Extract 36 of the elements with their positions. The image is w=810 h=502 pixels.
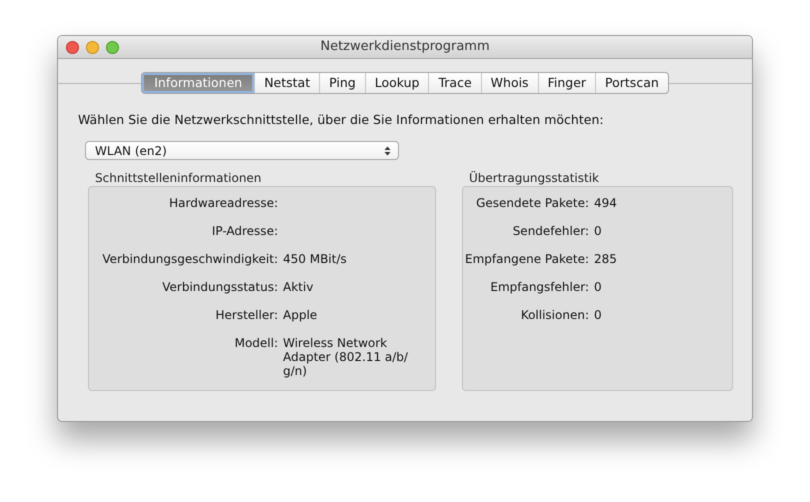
field-label: Empfangene Pakete: (464, 252, 589, 266)
field-value: Aktiv (283, 280, 314, 294)
field-label: Kollisionen: (520, 308, 589, 322)
field-value: 0 (594, 308, 602, 322)
prompt-text: Wählen Sie die Netzwerkschnittstelle, über die Sie Informationen erhalten möchten: (78, 112, 605, 127)
field-value: 0 (594, 280, 602, 294)
window-control-icon[interactable] (66, 40, 79, 54)
window-control-icon[interactable] (106, 40, 119, 54)
tab[interactable]: Portscan (595, 73, 668, 93)
field-value: 0 (594, 224, 602, 238)
field-label: Gesendete Pakete: (475, 196, 589, 210)
field-value: Wireless Network Adapter (802.11 a/b/ g/n) (283, 336, 409, 378)
field-label: IP-Adresse: (210, 224, 278, 238)
interface-dropdown[interactable]: WLAN (en2) (85, 141, 399, 160)
window-control-icon[interactable] (86, 40, 99, 54)
field-value: 285 (594, 252, 617, 266)
tab[interactable]: Ping (319, 73, 365, 93)
field-label: Hersteller: (214, 308, 278, 322)
field-value: Apple (283, 308, 318, 322)
field-label: Hardwareadresse: (168, 196, 278, 210)
field-label: Modell: (234, 336, 278, 350)
group-title: Schnittstelleninformationen (94, 171, 262, 186)
field-label: Empfangsfehler: (489, 280, 589, 294)
field-value: 450 MBit/s (283, 252, 348, 266)
tab[interactable]: Netstat (254, 73, 320, 93)
tab[interactable]: Whois (480, 73, 538, 93)
stepper-arrows-icon (384, 146, 391, 156)
field-label: Verbindungsstatus: (161, 280, 278, 294)
field-value: 494 (594, 196, 617, 210)
tab[interactable]: Finger (538, 73, 596, 93)
window-title: Netzwerkdienstprogramm (319, 38, 491, 56)
field-label: Sendefehler: (512, 224, 589, 238)
field-label: Verbindungsgeschwindigkeit: (101, 252, 278, 266)
tab[interactable]: Lookup (364, 73, 428, 93)
tab[interactable]: Trace (428, 73, 481, 93)
group-title: Übertragungsstatistik (468, 171, 600, 186)
